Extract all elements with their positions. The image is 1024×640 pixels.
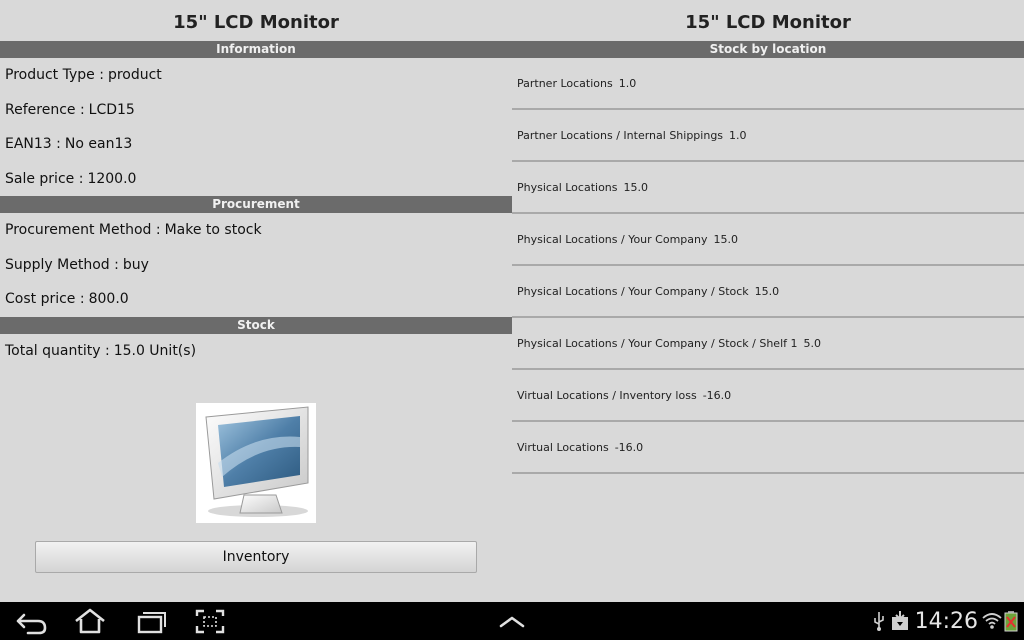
location-name: Partner Locations — [517, 77, 613, 90]
location-quantity: 15.0 — [754, 285, 780, 298]
field-value: buy — [122, 256, 149, 273]
system-navigation-bar: 14:26 — [0, 602, 1024, 640]
cost-price-field: Cost price :800.0 — [0, 282, 512, 317]
field-label: EAN13 : — [5, 136, 61, 152]
location-row[interactable]: Physical Locations / Your Company / Stoc… — [512, 318, 1024, 370]
usb-icon — [872, 610, 886, 636]
back-icon[interactable] — [14, 606, 50, 636]
stock-by-location-header: Stock by location — [512, 41, 1024, 58]
location-name: Virtual Locations — [517, 441, 609, 454]
location-name: Physical Locations / Your Company — [517, 233, 708, 246]
procurement-method-field: Procurement Method : Make to stock — [0, 213, 512, 248]
field-label: Total quantity : — [5, 342, 110, 359]
location-quantity: 15.0 — [713, 233, 739, 246]
information-section-header: Information — [0, 41, 512, 58]
location-quantity: 5.0 — [803, 337, 822, 350]
field-label: Procurement Method : — [5, 222, 161, 238]
field-value: 800.0 — [88, 291, 129, 307]
sale-price-field: Sale price :1200.0 — [0, 162, 512, 197]
download-icon — [890, 610, 910, 636]
field-label: Supply Method : — [5, 256, 119, 273]
stock-section-header: Stock — [0, 316, 512, 334]
recent-apps-icon[interactable] — [133, 606, 169, 636]
product-title: 15" LCD Monitor — [173, 12, 339, 33]
wifi-icon — [982, 610, 1002, 636]
supply-method-field: Supply Method : buy — [0, 248, 512, 283]
location-quantity: 1.0 — [729, 129, 747, 142]
field-value: product — [107, 67, 162, 83]
location-quantity: -16.0 — [614, 441, 644, 454]
product-title: 15" LCD Monitor — [685, 12, 851, 33]
system-clock: 14:26 — [914, 609, 978, 634]
location-name: Physical Locations — [517, 181, 618, 194]
location-row[interactable]: Physical Locations 15.0 — [512, 162, 1024, 214]
location-name: Physical Locations / Your Company / Stoc… — [517, 285, 749, 298]
field-value: 1200.0 — [87, 170, 137, 187]
total-quantity-field: Total quantity :15.0 Unit(s) — [0, 334, 512, 369]
product-type-field: Product Type : product — [0, 58, 512, 93]
field-label: Sale price : — [5, 170, 84, 187]
product-image — [196, 403, 316, 523]
location-row[interactable]: Physical Locations / Your Company 15.0 — [512, 214, 1024, 266]
field-value: 15.0 Unit(s) — [113, 342, 197, 359]
ean13-field: EAN13 : No ean13 — [0, 127, 512, 162]
stock-location-pane: 15" LCD Monitor Stock by location Partne… — [512, 0, 1024, 602]
battery-icon — [1004, 610, 1018, 636]
location-name: Partner Locations / Internal Shippings — [517, 129, 724, 142]
location-quantity: 15.0 — [623, 181, 649, 194]
location-row[interactable]: Virtual Locations / Inventory loss -16.0 — [512, 370, 1024, 422]
field-value: LCD15 — [88, 101, 135, 118]
field-label: Reference : — [5, 101, 85, 118]
location-row[interactable]: Partner Locations / Internal Shippings 1.… — [512, 110, 1024, 162]
screenshot-icon[interactable] — [192, 606, 228, 636]
reference-field: Reference : LCD15 — [0, 93, 512, 128]
procurement-section-header: Procurement — [0, 196, 512, 213]
field-value: No ean13 — [64, 136, 133, 152]
location-row[interactable]: Physical Locations / Your Company / Stoc… — [512, 266, 1024, 318]
location-quantity: -16.0 — [702, 389, 732, 402]
location-quantity: 1.0 — [618, 77, 637, 90]
location-name: Physical Locations / Your Company / Stoc… — [517, 337, 798, 350]
location-row[interactable]: Partner Locations 1.0 — [512, 58, 1024, 110]
field-value: Make to stock — [164, 222, 262, 238]
product-detail-pane: 15" LCD Monitor Information Product Type… — [0, 0, 512, 602]
location-row[interactable]: Virtual Locations -16.0 — [512, 422, 1024, 474]
home-icon[interactable] — [72, 606, 108, 636]
inventory-button[interactable]: Inventory — [35, 541, 477, 573]
up-chevron-icon[interactable] — [496, 606, 528, 636]
field-label: Cost price : — [5, 291, 85, 307]
location-name: Virtual Locations / Inventory loss — [517, 389, 697, 402]
field-label: Product Type : — [5, 67, 104, 83]
